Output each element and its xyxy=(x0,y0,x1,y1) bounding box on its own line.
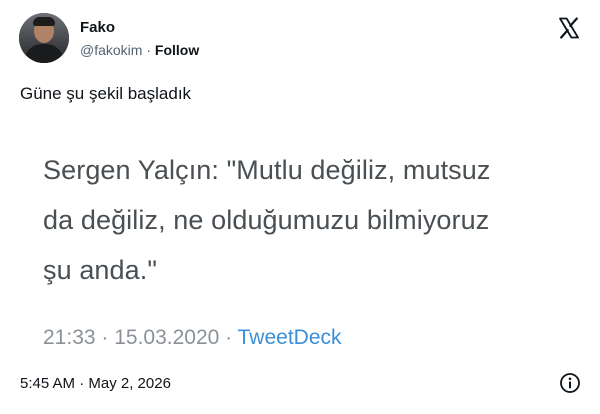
quote-source: TweetDeck xyxy=(237,326,342,349)
quote-line: şu anda." xyxy=(43,255,158,285)
quote-time-date: 21:33 · 15.03.2020 · xyxy=(43,326,233,349)
author-handle-row: @fakokim · Follow xyxy=(80,42,199,58)
embedded-screenshot: Sergen Yalçın: "Mutlu değiliz, mutsuz da… xyxy=(0,117,600,362)
avatar[interactable] xyxy=(19,13,69,63)
separator-dot: · xyxy=(146,42,152,58)
tweet-text: Güne şu şekil başladık xyxy=(20,84,192,103)
author-handle[interactable]: @fakokim xyxy=(80,42,142,58)
quote-line: Sergen Yalçın: "Mutlu değiliz, mutsuz xyxy=(43,155,491,185)
tweet-timestamp[interactable]: 5:45 AM · May 2, 2026 xyxy=(20,375,171,392)
info-icon[interactable] xyxy=(559,372,581,394)
quote-line: da değiliz, ne olduğumuzu bilmiyoruz xyxy=(43,205,490,235)
x-logo-icon[interactable] xyxy=(557,16,581,40)
author-name[interactable]: Fako xyxy=(80,19,115,36)
quote-meta: 21:33 · 15.03.2020 · TweetDeck xyxy=(43,326,342,350)
follow-button[interactable]: Follow xyxy=(155,42,199,58)
